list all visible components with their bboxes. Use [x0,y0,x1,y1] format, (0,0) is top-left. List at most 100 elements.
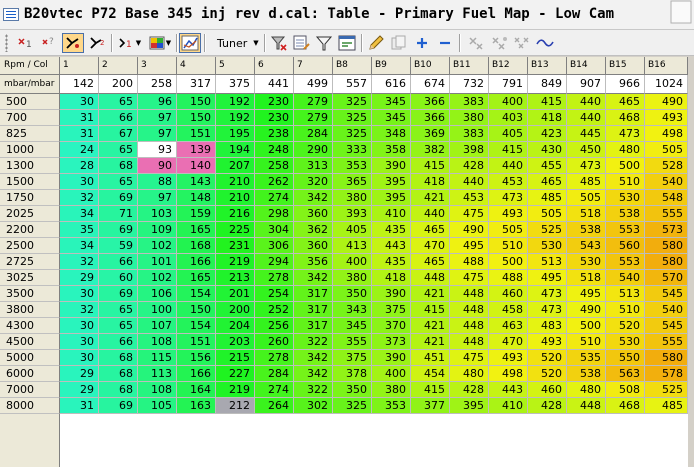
table-cell[interactable]: 380 [450,110,489,126]
filter-clear-button[interactable] [269,33,289,53]
tuner-dropdown[interactable]: Tuner ▼ [207,33,261,53]
table-cell[interactable]: 573 [645,222,688,238]
column-header[interactable]: B10 [411,57,450,75]
table-cell[interactable]: 258 [255,158,294,174]
table-edit-button[interactable] [292,33,312,53]
table-cell[interactable]: 195 [216,126,255,142]
table-cell[interactable]: 69 [99,398,138,414]
table-cell[interactable]: 473 [528,286,567,302]
row-header[interactable]: 700 [0,110,60,126]
table-cell[interactable]: 428 [450,382,489,398]
table-cell[interactable]: 317 [294,286,333,302]
table-cell[interactable]: 540 [606,270,645,286]
table-cell[interactable]: 448 [411,270,450,286]
row-header[interactable]: 1750 [0,190,60,206]
row-header[interactable]: 7000 [0,382,60,398]
table-cell[interactable]: 365 [333,174,372,190]
table-cell[interactable]: 30 [60,286,99,302]
table-cell[interactable]: 525 [528,222,567,238]
table-cell[interactable]: 322 [294,334,333,350]
table-cell[interactable]: 30 [60,350,99,366]
column-value[interactable]: 1024 [645,75,688,94]
table-cell[interactable]: 306 [255,238,294,254]
table-cell[interactable]: 448 [450,302,489,318]
table-cell[interactable]: 97 [138,110,177,126]
row-header[interactable]: 2200 [0,222,60,238]
color-map-dropdown[interactable]: ▼ [146,33,174,53]
table-cell[interactable]: 578 [645,366,688,382]
table-cell[interactable]: 400 [489,94,528,110]
table-cell[interactable]: 383 [450,94,489,110]
table-cell[interactable]: 69 [99,222,138,238]
table-cell[interactable]: 274 [255,382,294,398]
table-cell[interactable]: 473 [489,190,528,206]
table-cell[interactable]: 260 [255,334,294,350]
column-value[interactable]: 966 [606,75,645,94]
table-cell[interactable]: 398 [450,142,489,158]
filter-button[interactable] [314,33,334,53]
table-cell[interactable]: 219 [216,382,255,398]
table-cell[interactable]: 156 [177,350,216,366]
table-cell[interactable]: 34 [60,206,99,222]
table-cell[interactable]: 421 [411,334,450,350]
table-cell[interactable]: 24 [60,142,99,158]
table-cell[interactable]: 443 [489,382,528,398]
table-cell[interactable]: 493 [528,334,567,350]
table-cell[interactable]: 166 [177,366,216,382]
table-cell[interactable]: 342 [294,350,333,366]
table-cell[interactable]: 490 [450,222,489,238]
table-cell[interactable]: 448 [450,334,489,350]
window-controls[interactable] [670,0,692,24]
table-cell[interactable]: 264 [255,398,294,414]
table-cell[interactable]: 498 [489,366,528,382]
table-cell[interactable]: 418 [528,110,567,126]
table-cell[interactable]: 313 [294,158,333,174]
row-header[interactable]: 500 [0,94,60,110]
table-cell[interactable]: 148 [177,190,216,206]
table-cell[interactable]: 493 [489,206,528,222]
table-cell[interactable]: 60 [99,270,138,286]
table-cell[interactable]: 440 [450,174,489,190]
table-cell[interactable]: 29 [60,382,99,398]
table-cell[interactable]: 513 [606,286,645,302]
table-cell[interactable]: 443 [372,238,411,254]
table-cell[interactable]: 463 [489,318,528,334]
table-cell[interactable]: 278 [255,350,294,366]
table-cell[interactable]: 317 [294,302,333,318]
table-cell[interactable]: 35 [60,222,99,238]
table-cell[interactable]: 216 [216,206,255,222]
column-value[interactable]: 907 [567,75,606,94]
table-cell[interactable]: 66 [99,254,138,270]
table-cell[interactable]: 418 [372,270,411,286]
table-cell[interactable]: 393 [333,206,372,222]
table-cell[interactable]: 366 [411,94,450,110]
table-cell[interactable]: 518 [567,270,606,286]
table-cell[interactable]: 530 [528,238,567,254]
column-header[interactable]: B15 [606,57,645,75]
column-header[interactable]: 5 [216,57,255,75]
column-value[interactable]: 849 [528,75,567,94]
table-cell[interactable]: 448 [450,318,489,334]
table-cell[interactable]: 274 [255,190,294,206]
table-cell[interactable]: 370 [372,318,411,334]
table-cell[interactable]: 304 [255,222,294,238]
table-cell[interactable]: 355 [333,334,372,350]
column-header[interactable]: B9 [372,57,411,75]
unknown-mark-button[interactable]: ? [38,33,60,53]
trace-2-button[interactable]: 2 [86,33,108,53]
table-cell[interactable]: 345 [372,110,411,126]
table-cell[interactable]: 508 [606,382,645,398]
table-cell[interactable]: 545 [645,286,688,302]
table-cell[interactable]: 353 [333,158,372,174]
table-cell[interactable]: 520 [606,318,645,334]
table-cell[interactable]: 453 [489,174,528,190]
table-cell[interactable]: 203 [216,334,255,350]
table-cell[interactable]: 538 [567,366,606,382]
table-cell[interactable]: 465 [528,174,567,190]
toolbar-grip[interactable] [5,34,8,52]
table-cell[interactable]: 495 [567,286,606,302]
table-cell[interactable]: 32 [60,190,99,206]
table-cell[interactable]: 465 [411,222,450,238]
row-header[interactable]: 3500 [0,286,60,302]
table-cell[interactable]: 580 [645,254,688,270]
